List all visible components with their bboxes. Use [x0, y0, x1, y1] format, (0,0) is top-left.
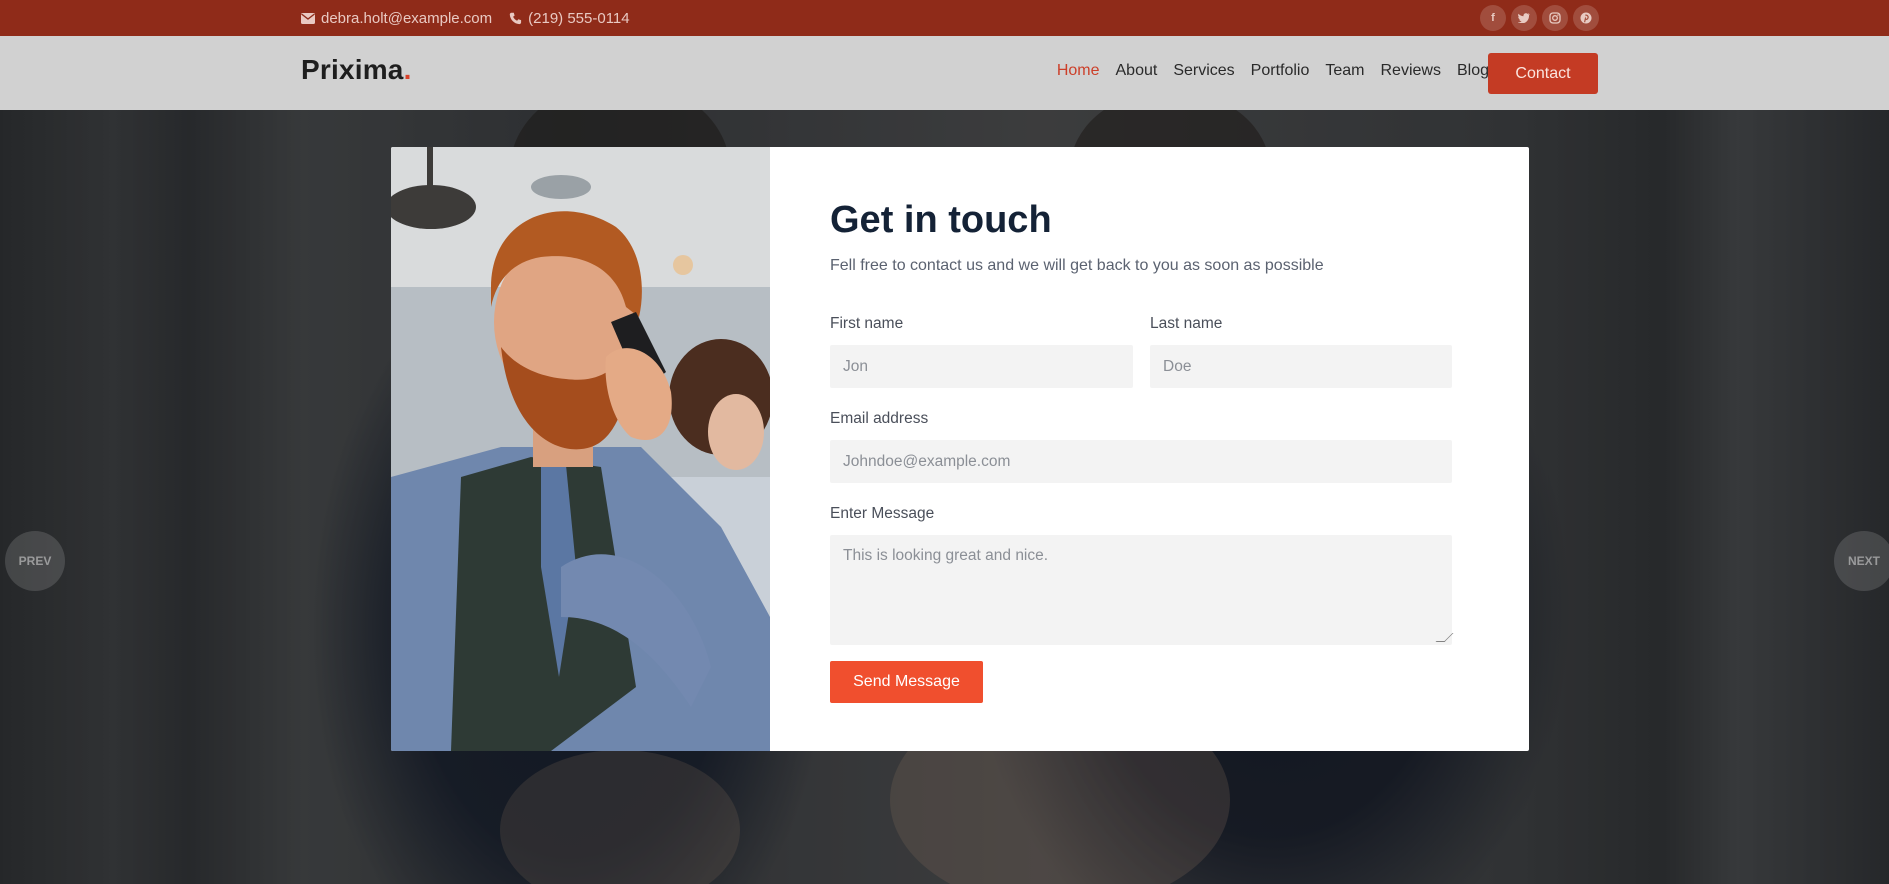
email-text: debra.holt@example.com — [321, 9, 493, 27]
phone-text: (219) 555-0114 — [528, 9, 630, 27]
form-subtitle: Fell free to contact us and we will get … — [830, 257, 1324, 274]
email-placeholder: Johndoe@example.com — [843, 452, 1011, 470]
message-label: Enter Message — [830, 505, 935, 522]
social-links: f — [1480, 5, 1599, 31]
nav-home[interactable]: Home — [1057, 62, 1100, 80]
pinterest-icon[interactable] — [1573, 5, 1599, 31]
envelope-icon — [301, 11, 315, 25]
slider-next-button[interactable]: NEXT — [1834, 531, 1889, 591]
first-name-input[interactable]: Jon — [830, 345, 1133, 388]
send-message-button[interactable]: Send Message — [830, 661, 983, 703]
contact-modal: Get in touch Fell free to contact us and… — [391, 147, 1529, 751]
contact-photo — [391, 147, 770, 751]
first-name-placeholder: Jon — [843, 357, 868, 375]
facebook-icon[interactable]: f — [1480, 5, 1506, 31]
nav-blog[interactable]: Blog — [1457, 62, 1489, 80]
site-header: Prixima. Home About Services Portfolio T… — [0, 36, 1889, 110]
logo-dot: . — [403, 54, 412, 85]
message-placeholder: This is looking great and nice. — [843, 547, 1049, 564]
logo-text: Prixima — [301, 54, 404, 85]
last-name-placeholder: Doe — [1163, 357, 1192, 375]
last-name-label: Last name — [1150, 315, 1223, 332]
main-nav: Home About Services Portfolio Team Revie… — [1057, 62, 1489, 80]
contact-form: Get in touch Fell free to contact us and… — [830, 147, 1529, 751]
email-item[interactable]: debra.holt@example.com — [301, 10, 492, 27]
first-name-label: First name — [830, 315, 904, 332]
nav-reviews[interactable]: Reviews — [1381, 62, 1441, 80]
email-label: Email address — [830, 410, 929, 427]
twitter-icon[interactable] — [1511, 5, 1537, 31]
nav-services[interactable]: Services — [1173, 62, 1234, 80]
nav-portfolio[interactable]: Portfolio — [1251, 62, 1310, 80]
phone-item[interactable]: (219) 555-0114 — [508, 9, 630, 27]
email-input[interactable]: Johndoe@example.com — [830, 440, 1452, 483]
form-title: Get in touch — [830, 199, 1052, 241]
message-textarea[interactable]: This is looking great and nice. — [830, 535, 1454, 645]
resize-handle-icon[interactable] — [1435, 633, 1454, 642]
last-name-input[interactable]: Doe — [1150, 345, 1452, 388]
contact-info: debra.holt@example.com (219) 555-0114 — [301, 0, 630, 36]
contact-button[interactable]: Contact — [1488, 53, 1598, 94]
phone-icon — [508, 11, 522, 25]
top-contact-bar: debra.holt@example.com (219) 555-0114 f — [0, 0, 1889, 36]
site-logo[interactable]: Prixima. — [301, 54, 412, 86]
nav-team[interactable]: Team — [1325, 62, 1364, 80]
man-on-phone-image — [391, 147, 770, 751]
instagram-icon[interactable] — [1542, 5, 1568, 31]
slider-prev-button[interactable]: PREV — [5, 531, 65, 591]
nav-about[interactable]: About — [1116, 62, 1158, 80]
